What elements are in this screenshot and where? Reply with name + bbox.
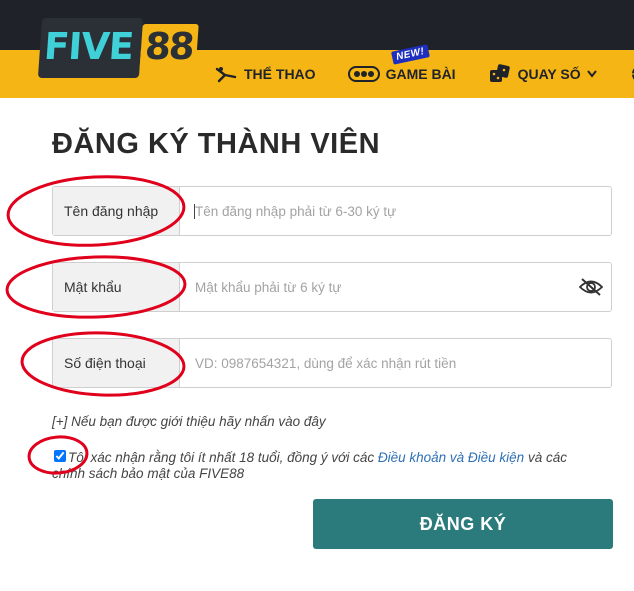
nav-item-globe[interactable] <box>629 64 634 84</box>
username-row: Tên đăng nhập <box>52 186 612 236</box>
eye-off-icon[interactable] <box>571 263 611 311</box>
referral-link[interactable]: [+] Nếu bạn được giới thiệu hãy nhấn vào… <box>52 414 326 429</box>
agree-text-before: Tôi xác nhận rằng tôi ít nhất 18 tuổi, đ… <box>68 450 378 465</box>
logo-five: FIVE <box>37 18 144 78</box>
password-row: Mật khẩu <box>52 262 612 312</box>
phone-label: Số điện thoại <box>53 339 180 387</box>
chevron-down-icon <box>586 70 597 78</box>
five88-logo[interactable]: FIVE 88 <box>37 18 199 78</box>
agree-terms: Tôi xác nhận rằng tôi ít nhất 18 tuổi, đ… <box>52 450 592 482</box>
cards-icon <box>347 64 380 84</box>
agree-checkbox[interactable] <box>54 450 66 462</box>
username-input[interactable] <box>180 187 611 235</box>
username-label: Tên đăng nhập <box>53 187 180 235</box>
password-label: Mật khẩu <box>53 263 180 311</box>
register-button[interactable]: ĐĂNG KÝ <box>313 499 613 549</box>
nav-label: GAME BÀI <box>385 66 456 82</box>
nav-item-game-bai[interactable]: NEW! GAME BÀI <box>347 44 456 84</box>
nav-item-quay-so[interactable]: QUAY SỐ <box>488 64 597 84</box>
agree-text: Tôi xác nhận rằng tôi ít nhất 18 tuổi, đ… <box>52 450 592 482</box>
terms-link[interactable]: Điều khoản và Điều kiện <box>378 450 524 465</box>
text-caret <box>194 204 195 219</box>
globe-icon <box>629 64 634 84</box>
nav-label: QUAY SỐ <box>517 66 581 82</box>
logo-88: 88 <box>139 24 199 74</box>
page-title: ĐĂNG KÝ THÀNH VIÊN <box>52 128 381 160</box>
phone-row: Số điện thoại <box>52 338 612 388</box>
phone-input[interactable] <box>180 339 611 387</box>
sports-icon <box>214 64 238 84</box>
nav-item-the-thao[interactable]: THỂ THAO <box>214 64 316 84</box>
nav-label: THỂ THAO <box>244 66 316 82</box>
password-input[interactable] <box>180 263 571 311</box>
dice-icon <box>488 64 512 84</box>
main-nav: THỂ THAO NEW! GAME BÀI QUAY SỐ <box>214 44 634 98</box>
